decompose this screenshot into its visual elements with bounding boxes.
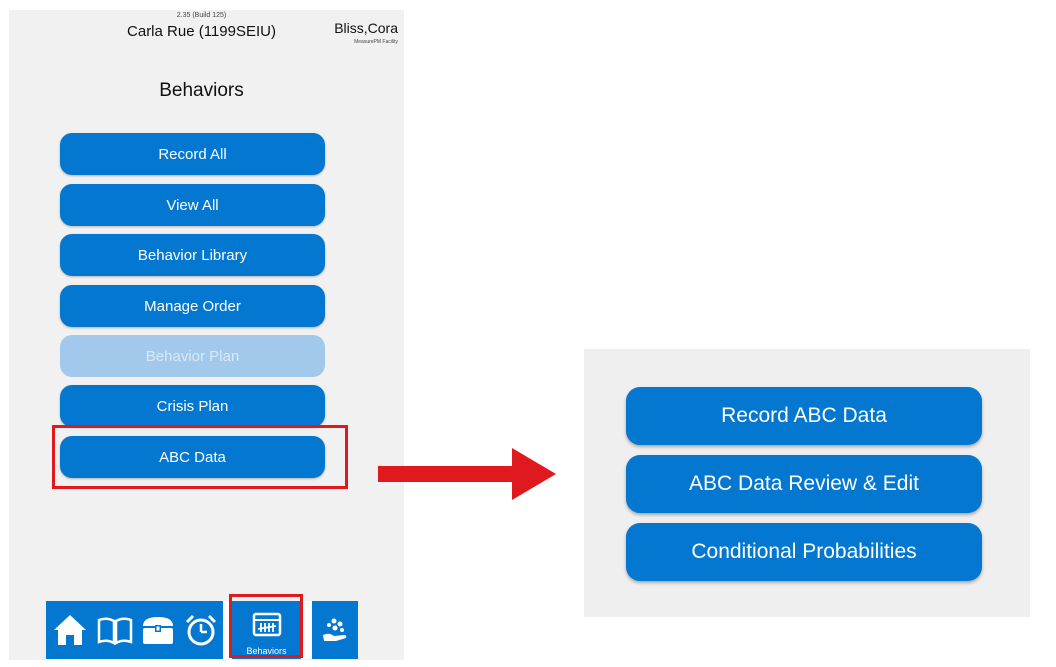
nav-alarm[interactable]	[179, 601, 223, 659]
nav-services[interactable]	[312, 601, 358, 659]
facility-name: MeasurePM Facility	[354, 39, 398, 45]
nav-chest[interactable]	[136, 601, 179, 659]
page-title: Behaviors	[159, 80, 244, 101]
client-name: Bliss,Cora	[334, 20, 398, 36]
behavior-plan-button: Behavior Plan	[60, 335, 325, 377]
manage-order-button[interactable]: Manage Order	[60, 285, 325, 327]
alarm-clock-icon	[184, 613, 218, 647]
nav-home[interactable]	[46, 601, 93, 659]
crisis-plan-button[interactable]: Crisis Plan	[60, 385, 325, 427]
nav-library[interactable]	[93, 601, 136, 659]
behavior-library-button[interactable]: Behavior Library	[60, 234, 325, 276]
chest-icon	[140, 614, 176, 646]
behaviors-nav-highlight-box	[229, 594, 303, 658]
record-all-button[interactable]: Record All	[60, 133, 325, 175]
record-abc-data-button[interactable]: Record ABC Data	[626, 387, 982, 445]
abc-data-highlight-box	[52, 425, 348, 489]
abc-data-review-edit-button[interactable]: ABC Data Review & Edit	[626, 455, 982, 513]
arrow-right-icon	[378, 448, 558, 505]
conditional-probabilities-button[interactable]: Conditional Probabilities	[626, 523, 982, 581]
abc-data-submenu-panel: Record ABC Data ABC Data Review & Edit C…	[584, 349, 1030, 617]
app-version: 2.35 (Build 125)	[176, 12, 227, 19]
bottom-nav: Behaviors	[46, 601, 358, 659]
view-all-button[interactable]: View All	[60, 184, 325, 226]
book-icon	[97, 615, 133, 645]
home-icon	[52, 613, 88, 647]
hand-dots-icon	[320, 615, 350, 645]
